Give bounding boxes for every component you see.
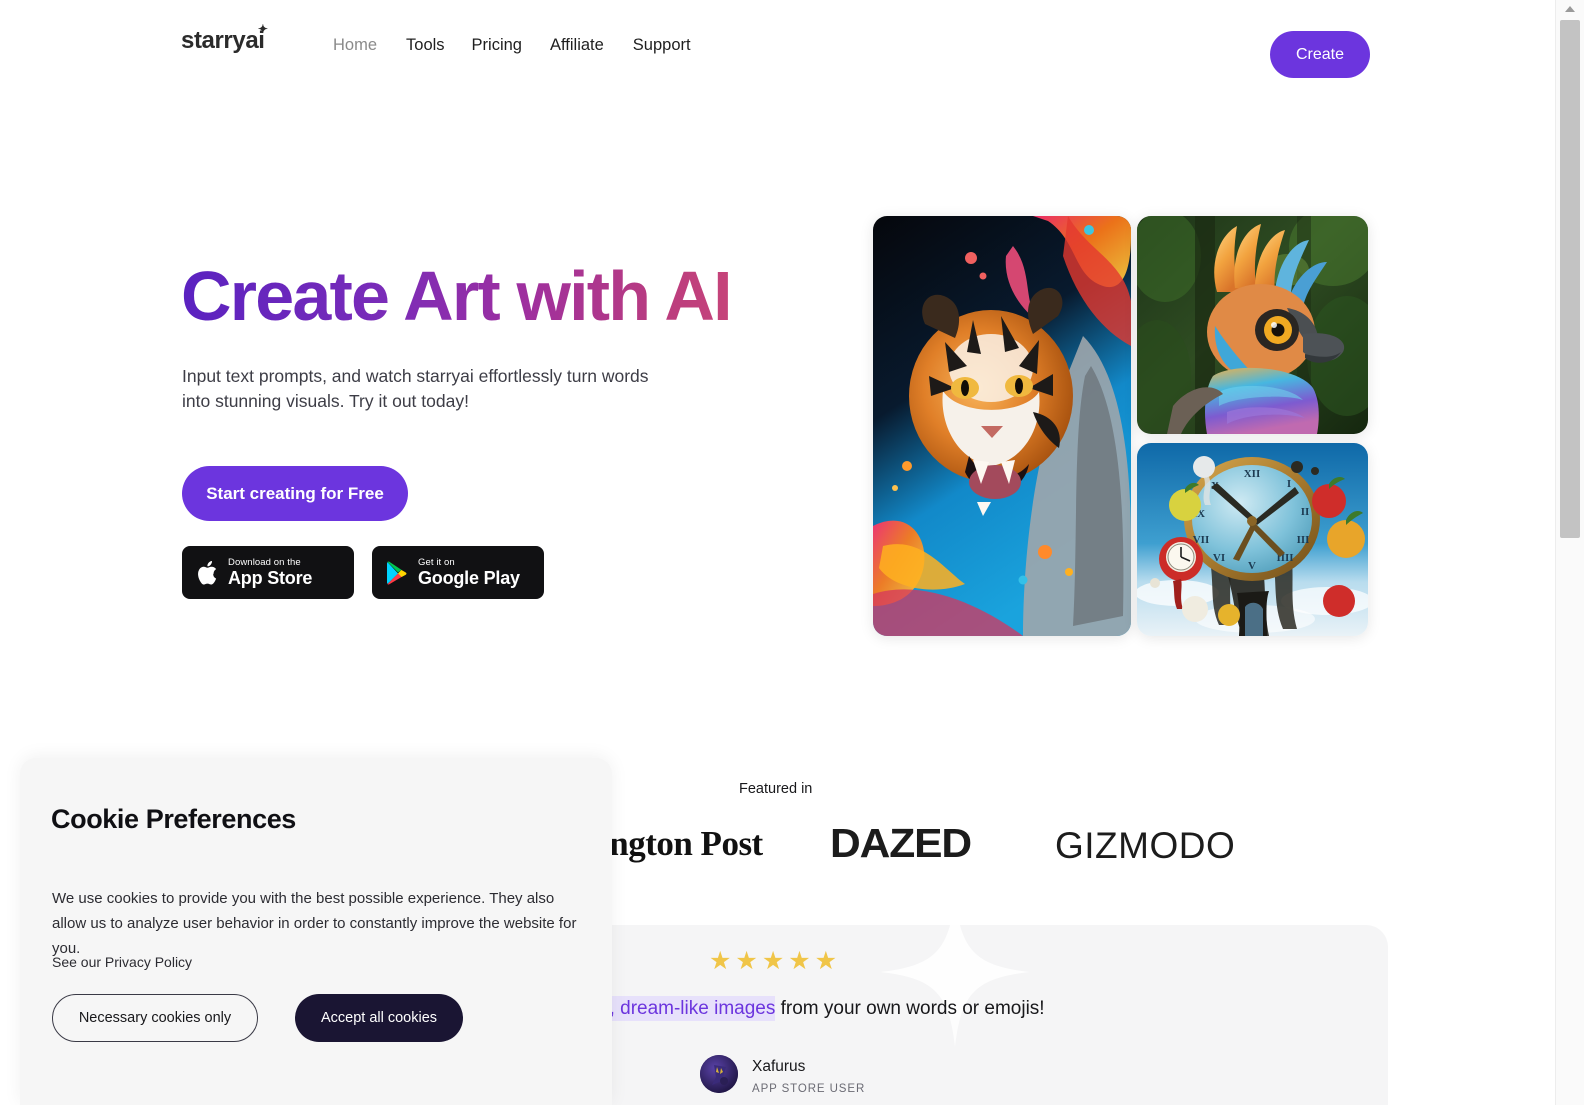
nav-item-tools[interactable]: Tools [406, 33, 472, 57]
privacy-policy-link[interactable]: See our Privacy Policy [52, 954, 192, 970]
create-button[interactable]: Create [1269, 31, 1370, 78]
scrollbar-thumb[interactable] [1560, 20, 1580, 538]
google-play-badge[interactable]: Get it on Google Play [372, 546, 544, 599]
page-title: Create Art with AI [181, 257, 733, 335]
nav-item-home[interactable]: Home [333, 33, 406, 57]
washington-post-logo: ington Post [600, 824, 763, 863]
logo-text: starryai [181, 27, 265, 54]
tiger-paint-splash-artwork[interactable] [873, 216, 1131, 636]
app-store-badge-text: Download on the App Store [228, 557, 312, 589]
browser-viewport: starryai ✦ Home Tools Pricing Affiliate … [0, 0, 1584, 1105]
avatar [700, 1055, 738, 1093]
necessary-cookies-only-button[interactable]: Necessary cookies only [52, 994, 258, 1042]
main-navigation: Home Tools Pricing Affiliate Support [333, 33, 715, 57]
featured-in-label: Featured in [739, 781, 813, 797]
starryai-logo[interactable]: starryai ✦ [181, 23, 268, 54]
google-play-large-label: Google Play [418, 567, 520, 588]
nav-item-affiliate[interactable]: Affiliate [550, 33, 633, 57]
scroll-up-arrow-icon[interactable] [1556, 0, 1584, 18]
cookie-dialog-body: We use cookies to provide you with the b… [52, 890, 577, 957]
svg-text:VI: VI [1213, 552, 1225, 564]
svg-text:XII: XII [1244, 468, 1261, 480]
colorful-crested-bird-artwork[interactable] [1137, 216, 1368, 434]
google-play-badge-text: Get it on Google Play [418, 557, 520, 589]
site-header: starryai ✦ Home Tools Pricing Affiliate … [0, 0, 1555, 100]
svg-text:II: II [1301, 506, 1310, 518]
testimonial-quote: tiful, dream-like images from your own w… [580, 995, 1388, 1023]
nav-item-pricing[interactable]: Pricing [472, 33, 550, 57]
gizmodo-logo: GIZMODO [1055, 825, 1236, 866]
hero-image-gallery: XII I II III IIII V VI VII IX X [873, 216, 1368, 636]
svg-text:I: I [1287, 478, 1291, 490]
testimonial-quote-rest: from your own words or emojis! [775, 998, 1045, 1019]
page-content: starryai ✦ Home Tools Pricing Affiliate … [0, 0, 1555, 1105]
sparkle-decoration-icon [880, 925, 1030, 1047]
testimonial-author-role: APP STORE USER [752, 1083, 866, 1095]
google-play-icon [386, 561, 408, 585]
apple-icon [196, 560, 218, 586]
cookie-dialog-title: Cookie Preferences [51, 804, 296, 834]
app-store-badge[interactable]: Download on the App Store [182, 546, 354, 599]
surreal-melting-clock-artwork[interactable]: XII I II III IIII V VI VII IX X [1137, 443, 1368, 636]
hero-subheading: Input text prompts, and watch starryai e… [182, 366, 649, 411]
google-play-small-label: Get it on [418, 556, 455, 568]
vertical-scrollbar[interactable] [1555, 0, 1584, 1105]
svg-text:III: III [1297, 534, 1310, 546]
dazed-logo: DAZED [830, 821, 972, 867]
nav-item-support[interactable]: Support [633, 33, 715, 57]
app-store-large-label: App Store [228, 567, 313, 588]
start-creating-button[interactable]: Start creating for Free [182, 466, 408, 521]
testimonial-card: ★★★★★ tiful, dream-like images from your… [580, 925, 1388, 1105]
svg-text:V: V [1248, 560, 1256, 572]
testimonial-author-name: Xafurus [752, 1058, 806, 1075]
rating-stars: ★★★★★ [709, 947, 842, 975]
press-logo-row: ington Post DAZED GIZMODO [600, 818, 1360, 870]
accept-all-cookies-button[interactable]: Accept all cookies [295, 994, 463, 1042]
sparkle-icon: ✦ [257, 22, 268, 36]
app-store-small-label: Download on the [228, 556, 301, 568]
cookie-preferences-dialog: Cookie Preferences We use cookies to pro… [20, 758, 612, 1105]
